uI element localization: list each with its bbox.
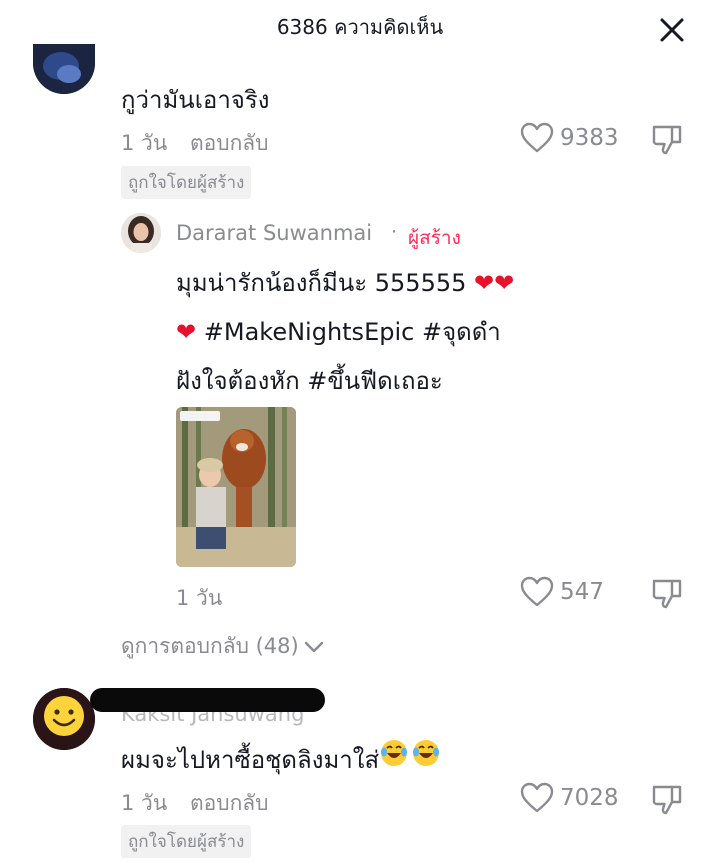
dislike-icon	[652, 125, 682, 155]
close-icon	[660, 18, 684, 42]
reply-button[interactable]: ตอบกลับ	[190, 787, 269, 820]
comments-count-title: 6386 ความคิดเห็น	[276, 15, 444, 39]
reply-text-line-2: ❤ #MakeNightsEpic #จุดดำ	[176, 312, 501, 351]
reply-time: 1 วัน	[176, 586, 223, 610]
like-count: 9383	[560, 125, 619, 151]
commenter-avatar[interactable]	[33, 44, 95, 94]
dislike-button[interactable]	[650, 577, 684, 611]
liked-by-creator-badge: ถูกใจโดยผู้สร้าง	[121, 166, 252, 199]
thumbnail-image	[176, 407, 296, 567]
creator-label: ผู้สร้าง	[408, 227, 461, 249]
comment-text-line: ผมจะไปหาซื้อชุดลิงมาใส่	[121, 738, 441, 779]
chevron-down-icon	[304, 641, 323, 652]
reply-text-line-1: มุมน่ารักน้องก็มีนะ 555555 ❤❤	[176, 263, 514, 302]
close-button[interactable]	[656, 14, 688, 46]
redaction-bar	[90, 688, 325, 712]
reply-button[interactable]: ตอบกลับ	[190, 127, 269, 160]
view-replies-button[interactable]: ดูการตอบกลับ (48)	[121, 630, 325, 663]
like-count: 547	[560, 579, 604, 605]
like-count: 7028	[560, 785, 619, 811]
laughing-emoji-icon	[379, 738, 441, 774]
commenter-avatar[interactable]	[33, 688, 95, 750]
comment-text: ผมจะไปหาซื้อชุดลิงมาใส่	[121, 746, 380, 774]
smiley-icon	[33, 688, 95, 750]
heart-outline-icon	[520, 782, 554, 813]
comment-time: 1 วัน	[121, 131, 168, 155]
reply-text-line-3[interactable]: ฝังใจต้องหัก #ขึ้นฟีดเถอะ	[176, 361, 443, 400]
dislike-icon	[652, 785, 682, 815]
creator-avatar-image	[121, 213, 161, 253]
like-button[interactable]: 9383	[520, 122, 619, 154]
dislike-button[interactable]	[650, 783, 684, 817]
author-separator: ·	[391, 221, 398, 243]
creator-avatar[interactable]	[121, 213, 161, 253]
dislike-icon	[652, 579, 682, 609]
avatar-image	[33, 44, 95, 94]
heart-outline-icon	[520, 122, 554, 153]
view-replies-label: ดูการตอบกลับ (48)	[121, 634, 299, 658]
heart-outline-icon	[520, 576, 554, 607]
reply-text-part: มุมน่ารักน้องก็มีนะ 555555	[176, 269, 467, 297]
like-button[interactable]: 547	[520, 576, 604, 608]
liked-by-creator-badge: ถูกใจโดยผู้สร้าง	[121, 825, 252, 858]
reply-author-name[interactable]: Dararat Suwanmai	[176, 221, 372, 245]
video-thumbnail[interactable]	[176, 407, 296, 567]
like-button[interactable]: 7028	[520, 782, 619, 814]
red-heart-emoji: ❤	[176, 318, 197, 346]
comments-header: 6386 ความคิดเห็น	[0, 0, 720, 58]
red-heart-emoji: ❤❤	[474, 269, 515, 297]
comment-time: 1 วัน	[121, 791, 168, 815]
dislike-button[interactable]	[650, 123, 684, 157]
comment-text: กูว่ามันเอาจริง	[121, 86, 270, 114]
hashtags[interactable]: #MakeNightsEpic #จุดดำ	[204, 318, 501, 346]
